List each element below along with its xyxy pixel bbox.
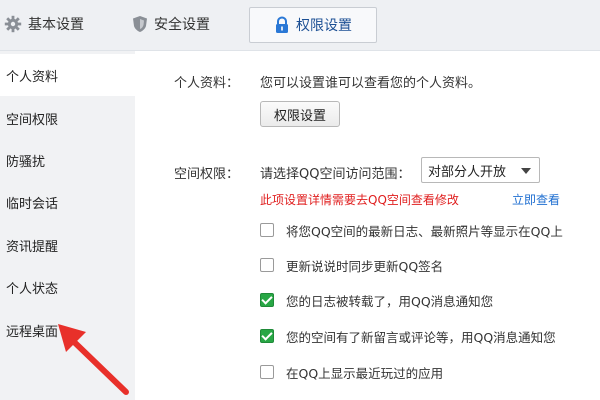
tab-permission-settings[interactable]: 权限设置: [249, 7, 377, 43]
space-warning-text: 此项设置详情需要去QQ空间查看修改: [260, 193, 459, 207]
option-sync-signature[interactable]: 更新说说时同步更新QQ签名: [260, 254, 443, 276]
checkbox[interactable]: [260, 258, 274, 272]
permission-settings-panel: 个人资料： 您可以设置谁可以查看您的个人资料。 权限设置 空间权限： 请选择QQ…: [136, 51, 600, 400]
space-range-label: 请选择QQ空间访问范围：: [260, 167, 411, 182]
space-section-label: 空间权限：: [174, 167, 240, 182]
sidebar-item-label: 资讯提醒: [6, 239, 59, 255]
option-show-latest-posts[interactable]: 将您QQ空间的最新日志、最新照片等显示在QQ上: [260, 219, 563, 241]
checkbox[interactable]: [260, 223, 274, 237]
shield-icon: [132, 15, 148, 33]
option-label: 将您QQ空间的最新日志、最新照片等显示在QQ上: [286, 223, 563, 239]
checkbox-checked[interactable]: [260, 329, 274, 343]
option-label: 在QQ上显示最近玩过的应用: [286, 365, 444, 381]
space-access-dropdown[interactable]: 对部分人开放: [421, 157, 540, 183]
chevron-down-icon: [521, 168, 531, 174]
profile-section-label: 个人资料：: [174, 76, 240, 91]
option-notify-comments[interactable]: 您的空间有了新留言或评论等，用QQ消息通知您: [260, 325, 556, 347]
sidebar-item-label: 个人资料: [6, 69, 59, 85]
option-notify-reposted[interactable]: 您的日志被转载了，用QQ消息通知您: [260, 289, 493, 311]
dropdown-value: 对部分人开放: [428, 164, 507, 180]
option-label: 您的日志被转载了，用QQ消息通知您: [286, 293, 494, 309]
tab-security-settings[interactable]: 安全设置: [132, 7, 210, 41]
sidebar-item-anti-harassment[interactable]: 防骚扰: [0, 139, 135, 181]
sidebar-item-label: 远程桌面: [6, 324, 59, 340]
sidebar-item-personal-status[interactable]: 个人状态: [0, 266, 135, 308]
sidebar-item-temp-chat[interactable]: 临时会话: [0, 181, 135, 223]
sidebar-item-profile[interactable]: 个人资料: [0, 54, 135, 96]
view-now-link[interactable]: 立即查看: [512, 191, 560, 208]
tab-label: 安全设置: [154, 17, 210, 33]
option-label: 更新说说时同步更新QQ签名: [286, 258, 444, 274]
tab-label: 基本设置: [28, 17, 84, 33]
lock-icon: [274, 16, 290, 34]
sidebar-item-label: 临时会话: [6, 196, 59, 212]
sidebar-item-label: 个人状态: [6, 281, 59, 297]
sidebar-item-label: 空间权限: [6, 112, 59, 128]
sidebar-item-space-permission[interactable]: 空间权限: [0, 97, 135, 139]
red-arrow-icon: [58, 324, 129, 395]
sidebar-item-label: 防骚扰: [6, 154, 46, 170]
profile-permission-button[interactable]: 权限设置: [260, 101, 340, 127]
checkbox-checked[interactable]: [260, 293, 274, 307]
option-show-recent-apps[interactable]: 在QQ上显示最近玩过的应用: [260, 361, 443, 383]
gear-icon: [4, 15, 22, 33]
tab-basic-settings[interactable]: 基本设置: [4, 7, 84, 41]
checkbox[interactable]: [260, 365, 274, 379]
option-label: 您的空间有了新留言或评论等，用QQ消息通知您: [286, 329, 556, 345]
settings-tab-bar: 基本设置 安全设置 权限设置: [0, 0, 600, 51]
tab-label: 权限设置: [296, 18, 352, 34]
profile-description: 您可以设置谁可以查看您的个人资料。: [260, 76, 482, 91]
sidebar-item-news-alert[interactable]: 资讯提醒: [0, 224, 135, 266]
